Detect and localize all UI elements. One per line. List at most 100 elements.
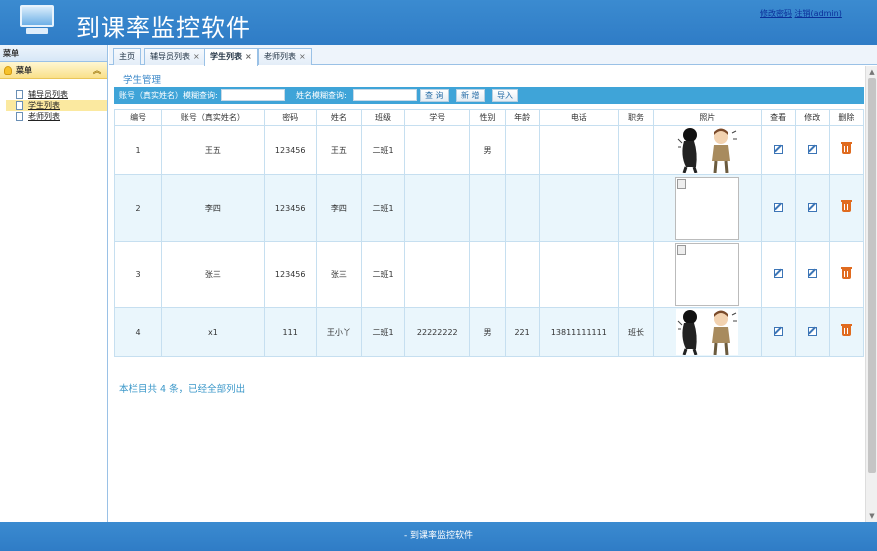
- cell-age: [504, 125, 540, 175]
- sidebar-item-counselor-list[interactable]: 辅导员列表: [14, 89, 107, 100]
- column-header: 职务: [617, 109, 655, 126]
- cell-position: [617, 241, 655, 308]
- account-search-input[interactable]: [221, 89, 285, 101]
- cell-password: 111: [263, 307, 317, 357]
- header-links: 修改密码 注销(admin): [760, 8, 842, 19]
- table-row: 4 x1 111 王小丫 二班1 22222222 男 221 13811111111 班长: [113, 307, 865, 357]
- cell-name: 李四: [315, 174, 362, 242]
- scroll-down-arrow-icon[interactable]: ▼: [868, 512, 876, 520]
- column-header: 照片: [653, 109, 762, 126]
- name-search-input[interactable]: [353, 89, 417, 101]
- student-photo[interactable]: [676, 127, 739, 174]
- document-icon: [16, 112, 23, 121]
- query-button[interactable]: 查 询: [420, 89, 449, 102]
- section-title: 学生管理: [123, 75, 162, 86]
- monitor-logo-icon: [20, 5, 54, 35]
- trash-icon[interactable]: [840, 200, 852, 212]
- tab-teacher-list[interactable]: 老师列表 ×: [258, 48, 312, 65]
- account-search-label: 账号（真实姓名）模糊查询:: [119, 91, 218, 100]
- sidebar-group-menu[interactable]: 菜单 ︽: [0, 62, 107, 79]
- sidebar-list: 辅导员列表 学生列表 老师列表: [0, 79, 107, 122]
- cell-name: 王五: [315, 125, 362, 175]
- scroll-thumb[interactable]: [868, 78, 876, 473]
- tab-bar: 主页 辅导员列表 × 学生列表 × 老师列表 ×: [109, 45, 877, 66]
- column-header: 修改: [794, 109, 830, 126]
- logout-link[interactable]: 注销(admin): [795, 9, 842, 18]
- trash-icon[interactable]: [840, 266, 852, 279]
- document-icon: [16, 90, 23, 99]
- table-row: 1 王五 123456 王五 二班1 男: [113, 125, 865, 175]
- broken-image-icon[interactable]: [675, 176, 740, 240]
- cell-view: [760, 174, 796, 242]
- content-area: 学生管理 账号（真实姓名）模糊查询: 姓名模糊查询: 查 询 新 增 导入 编号…: [109, 66, 865, 522]
- cell-account: 李四: [161, 174, 265, 242]
- tab-home[interactable]: 主页: [113, 48, 141, 65]
- cell-account: x1: [161, 307, 265, 357]
- close-icon[interactable]: ×: [245, 52, 252, 61]
- cell-class: 二班1: [360, 307, 406, 357]
- column-header: 年龄: [504, 109, 540, 126]
- close-icon[interactable]: ×: [299, 52, 306, 61]
- name-search-label: 姓名模糊查询:: [296, 91, 347, 100]
- sidebar-item-teacher-list[interactable]: 老师列表: [14, 111, 107, 122]
- column-header: 密码: [263, 109, 317, 126]
- cell-age: [504, 241, 540, 308]
- cell-student-no: [404, 241, 471, 308]
- cell-edit: [794, 241, 830, 308]
- collapse-chevron-icon[interactable]: ︽: [93, 62, 101, 79]
- cell-age: [504, 174, 540, 242]
- scroll-up-arrow-icon[interactable]: ▲: [868, 68, 876, 76]
- tab-counselor-list[interactable]: 辅导员列表 ×: [144, 48, 206, 65]
- cell-id: 2: [113, 174, 163, 242]
- table-row: 2 李四 123456 李四 二班1: [113, 174, 865, 242]
- change-password-link[interactable]: 修改密码: [760, 9, 792, 18]
- column-header: 编号: [113, 109, 163, 126]
- edit-icon[interactable]: [807, 202, 817, 212]
- cell-photo: [653, 307, 762, 357]
- cell-gender: [469, 174, 506, 242]
- close-icon[interactable]: ×: [193, 52, 200, 61]
- broken-image-icon[interactable]: [675, 243, 740, 306]
- edit-icon[interactable]: [807, 144, 817, 154]
- edit-icon[interactable]: [807, 269, 817, 278]
- cell-view: [760, 241, 796, 308]
- app-footer: - 到课率监控软件: [0, 522, 877, 551]
- cell-name: 张三: [315, 241, 362, 308]
- column-header: 账号（真实姓名）: [161, 109, 265, 126]
- view-icon[interactable]: [773, 269, 783, 278]
- record-count-text: 本栏目共 4 条，已经全部列出: [119, 384, 246, 395]
- column-header: 姓名: [315, 109, 362, 126]
- trash-icon[interactable]: [840, 142, 852, 154]
- cell-position: [617, 174, 655, 242]
- cell-password: 123456: [263, 125, 317, 175]
- tab-student-list[interactable]: 学生列表 ×: [204, 48, 258, 66]
- add-button[interactable]: 新 增: [456, 89, 485, 102]
- search-bar: 账号（真实姓名）模糊查询: 姓名模糊查询: 查 询 新 增 导入: [114, 87, 864, 104]
- column-header: 学号: [404, 109, 471, 126]
- sidebar-item-student-list[interactable]: 学生列表: [6, 100, 107, 111]
- trash-icon[interactable]: [840, 324, 852, 336]
- view-icon[interactable]: [773, 326, 783, 336]
- import-button[interactable]: 导入: [492, 89, 518, 102]
- cell-phone: [538, 125, 619, 175]
- cell-class: 二班1: [360, 125, 406, 175]
- sidebar-title: 菜单: [0, 45, 107, 62]
- cell-edit: [794, 307, 830, 357]
- cell-delete: [828, 174, 865, 242]
- cell-photo: [653, 174, 762, 242]
- cell-phone: 13811111111: [538, 307, 619, 357]
- view-icon[interactable]: [773, 202, 783, 212]
- cell-delete: [828, 241, 865, 308]
- table-row: 3 张三 123456 张三 二班1: [113, 241, 865, 308]
- cell-phone: [538, 174, 619, 242]
- cell-id: 1: [113, 125, 163, 175]
- column-header: 性别: [469, 109, 506, 126]
- student-photo[interactable]: [676, 309, 739, 356]
- cell-delete: [828, 125, 865, 175]
- cell-view: [760, 307, 796, 357]
- view-icon[interactable]: [773, 144, 783, 154]
- column-header: 电话: [538, 109, 619, 126]
- vertical-scrollbar[interactable]: ▲ ▼: [865, 66, 877, 522]
- edit-icon[interactable]: [807, 326, 817, 336]
- cell-id: 4: [113, 307, 163, 357]
